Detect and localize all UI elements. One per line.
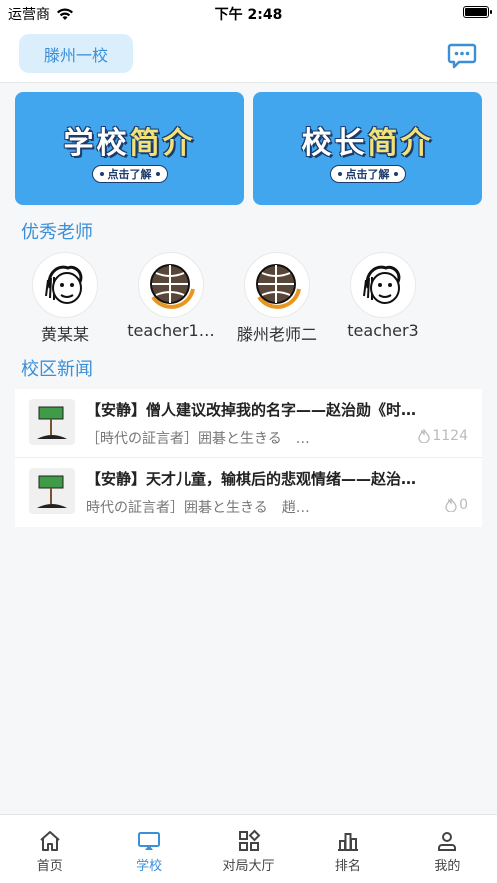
banner-cta: 点击了解: [329, 165, 406, 183]
teacher-name: 黄某某: [40, 325, 89, 344]
news-title: 【安静】天才儿童，输棋后的悲观情绪——赵治…: [86, 470, 417, 488]
grid-icon: [238, 829, 260, 851]
news-list-item[interactable]: 【安静】天才儿童，输棋后的悲观情绪——赵治… 時代の証言者］囲碁と生きる 趙… …: [15, 458, 482, 527]
teacher-name: teacher1…: [127, 321, 215, 340]
home-icon: [40, 831, 60, 851]
teacher-card[interactable]: teacher1…: [118, 252, 224, 340]
tab-school[interactable]: 学校: [99, 815, 198, 883]
teachers-section-title: 优秀老师: [21, 222, 93, 243]
tab-game-hall[interactable]: 对局大厅: [199, 815, 298, 883]
go-stone-avatar: [138, 252, 204, 318]
banner-title: 学校简介: [63, 126, 196, 161]
tab-home[interactable]: 首页: [0, 815, 99, 883]
school-selector-button[interactable]: 滕州一校: [19, 34, 133, 73]
teacher-name: 滕州老师二: [236, 325, 317, 344]
view-count: 0: [445, 497, 468, 513]
status-bar: 运营商 下午 2:48: [0, 0, 497, 26]
cartoon-face-avatar: [32, 252, 98, 318]
school-intro-banner[interactable]: 学校简介 点击了解: [15, 92, 244, 205]
flame-icon: [418, 429, 431, 443]
principal-intro-banner[interactable]: 校长简介 点击了解: [253, 92, 482, 205]
chat-bubble-icon[interactable]: [447, 40, 477, 70]
news-subtitle: 時代の証言者］囲碁と生きる 趙…: [86, 500, 310, 516]
ranking-icon: [337, 833, 358, 851]
news-list: 【安静】僧人建议改掉我的名字——赵治勋《时… ［時代の証言者］囲碁と生きる … …: [15, 389, 482, 527]
news-subtitle: ［時代の証言者］囲碁と生きる …: [86, 431, 310, 447]
go-stone-avatar: [244, 252, 310, 318]
teacher-card[interactable]: 黄某某: [12, 252, 118, 345]
teacher-card[interactable]: 滕州老师二: [224, 252, 330, 345]
battery-icon: [463, 6, 492, 18]
tab-profile[interactable]: 我的: [398, 815, 497, 883]
user-icon: [438, 832, 457, 851]
banner-title: 校长简介: [301, 126, 434, 161]
view-count: 1124: [418, 428, 468, 444]
flame-icon: [445, 498, 457, 512]
bottom-tab-bar: 首页 学校 对局大厅 排名 我的: [0, 814, 497, 883]
news-section-title: 校区新闻: [21, 359, 93, 380]
teacher-name: teacher3: [347, 321, 419, 340]
cartoon-face-avatar: [350, 252, 416, 318]
banner-cta: 点击了解: [91, 165, 168, 183]
tab-ranking[interactable]: 排名: [298, 815, 397, 883]
news-list-item[interactable]: 【安静】僧人建议改掉我的名字——赵治勋《时… ［時代の証言者］囲碁と生きる … …: [15, 389, 482, 458]
top-header: 滕州一校: [0, 26, 497, 83]
status-time: 下午 2:48: [214, 7, 283, 23]
teacher-card[interactable]: teacher3: [330, 252, 436, 340]
sign-holder-icon: [29, 468, 75, 514]
news-title: 【安静】僧人建议改掉我的名字——赵治勋《时…: [86, 401, 417, 419]
sign-holder-icon: [29, 399, 75, 445]
school-monitor-icon: [138, 832, 161, 850]
